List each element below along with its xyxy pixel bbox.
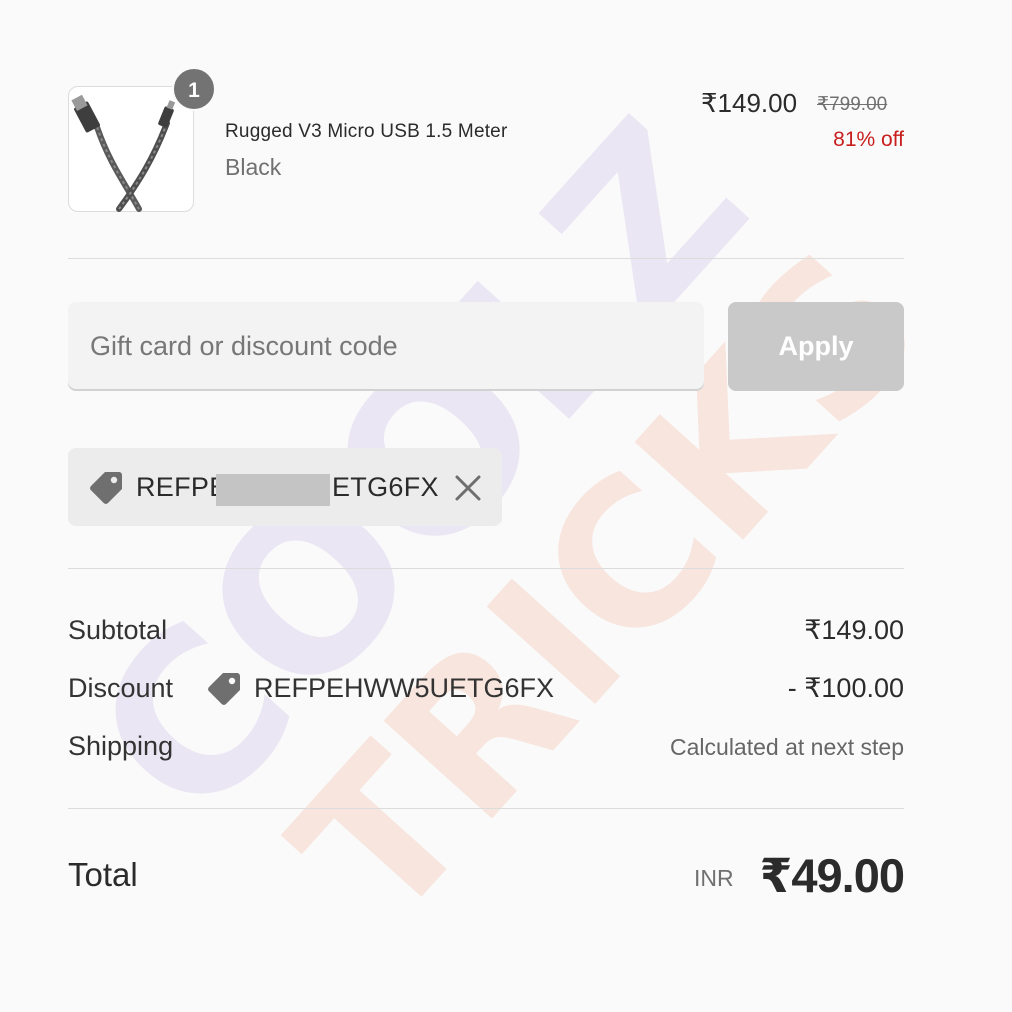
order-summary: 1 Rugged V3 Micro USB 1.5 Meter Black ₹1… xyxy=(0,0,1012,1012)
discount-value: - ₹100.00 xyxy=(787,673,904,703)
discount-label: Discount xyxy=(68,673,174,703)
applied-discount-tag: REFPE ETG6FX xyxy=(68,448,502,526)
quantity-badge: 1 xyxy=(172,67,216,111)
subtotal-value: ₹149.00 xyxy=(804,615,904,645)
discount-percent: 81% off xyxy=(833,128,904,151)
close-icon[interactable] xyxy=(452,472,484,504)
applied-code-end: ETG6FX xyxy=(332,472,439,502)
usb-cable-image xyxy=(71,94,176,212)
shipping-label: Shipping xyxy=(68,731,174,761)
total-currency: INR xyxy=(694,865,734,891)
applied-code-start: REFPE xyxy=(136,472,228,502)
total-amount: ₹49.00 xyxy=(759,849,905,902)
redacted-segment xyxy=(216,474,330,506)
discount-code: REFPEHWW5UETG6FX xyxy=(254,673,555,703)
total-label: Total xyxy=(68,856,138,893)
product-compare-price: ₹799.00 xyxy=(817,94,888,115)
tag-icon xyxy=(90,472,122,504)
product-variant: Black xyxy=(225,154,282,180)
divider xyxy=(68,568,904,569)
shipping-value: Calculated at next step xyxy=(670,734,904,760)
discount-code-input[interactable] xyxy=(68,302,704,391)
product-name: Rugged V3 Micro USB 1.5 Meter xyxy=(225,121,508,142)
product-thumbnail xyxy=(68,86,194,212)
divider xyxy=(68,808,904,809)
divider xyxy=(68,258,904,259)
apply-button[interactable]: Apply xyxy=(728,302,904,391)
product-price: ₹149.00 xyxy=(701,88,798,118)
subtotal-label: Subtotal xyxy=(68,615,168,645)
tag-icon xyxy=(208,673,240,705)
